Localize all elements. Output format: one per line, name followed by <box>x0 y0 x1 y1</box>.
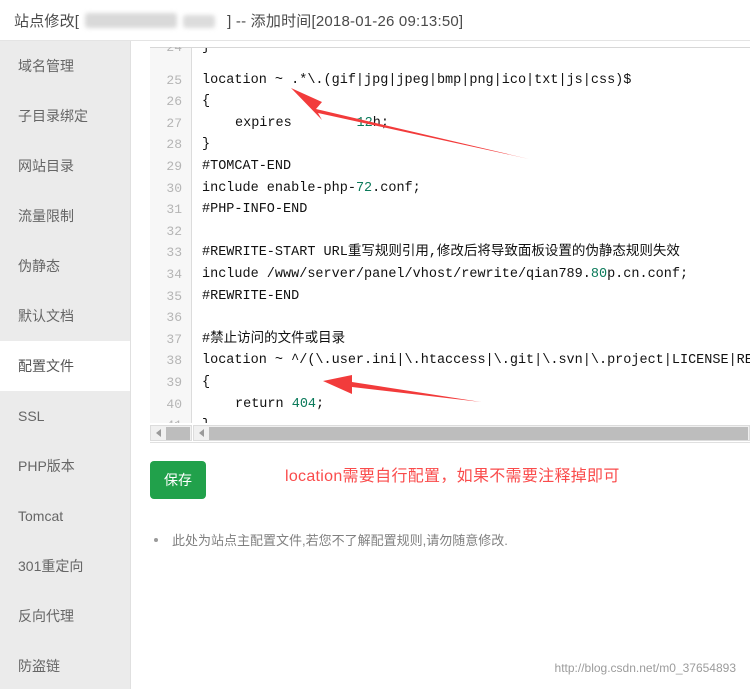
code-text: h; <box>372 115 389 131</box>
site-edit-dialog: 站点修改[ ] -- 添加时间[2018-01-26 09:13:50] 域名管理… <box>0 0 750 689</box>
code-line[interactable]: } <box>202 134 750 156</box>
line-number: 34 <box>166 266 182 282</box>
sidebar-item-anti-leech[interactable]: 防盗链 <box>0 641 130 689</box>
sidebar-item-label: 网站目录 <box>18 158 74 174</box>
code-number: 12 <box>356 115 373 131</box>
line-number: 30 <box>166 180 182 196</box>
page-title-prefix: 站点修改[ <box>14 12 80 30</box>
code-text: expires <box>235 115 357 131</box>
code-line[interactable]: include /www/server/panel/vhost/rewrite/… <box>202 264 750 286</box>
code-line[interactable]: location ~ ^/(\.user.ini|\.htaccess|\.gi… <box>202 350 750 372</box>
sidebar-item-default-doc[interactable]: 默认文档 <box>0 291 130 341</box>
code-line[interactable]: { <box>202 372 750 394</box>
editor-code-area[interactable]: } location ~ .*\.(gif|jpg|jpeg|bmp|png|ic… <box>192 48 750 435</box>
save-button[interactable]: 保存 <box>150 461 206 499</box>
sidebar-item-label: 域名管理 <box>18 58 74 74</box>
code-scroll-thumb[interactable] <box>209 426 748 440</box>
sidebar-item-tomcat[interactable]: Tomcat <box>0 491 130 541</box>
sidebar-item-label: 配置文件 <box>18 358 74 374</box>
line-number: 40 <box>166 396 182 412</box>
code-line[interactable]: #禁止访问的文件或目录 <box>202 329 750 351</box>
redacted-domain-name <box>79 13 227 29</box>
line-number: 35 <box>166 288 182 304</box>
code-text: ; <box>316 396 325 412</box>
code-line[interactable]: { <box>202 91 750 113</box>
sidebar-item-traffic-limit[interactable]: 流量限制 <box>0 191 130 241</box>
scroll-left-arrow-icon[interactable] <box>151 426 165 440</box>
line-number: 38 <box>166 353 182 369</box>
sidebar-item-label: Tomcat <box>18 508 64 524</box>
sidebar-item-label: 流量限制 <box>18 208 74 224</box>
code-line[interactable]: expires 12h; <box>202 113 750 135</box>
config-warning-text: 此处为站点主配置文件,若您不了解配置规则,请勿随意修改. <box>172 533 508 548</box>
line-number: 27 <box>166 115 182 131</box>
line-number: 29 <box>166 158 182 174</box>
sidebar-item-label: PHP版本 <box>18 458 75 474</box>
code-line[interactable]: #PHP-INFO-END <box>202 199 750 221</box>
sidebar-item-reverse-proxy[interactable]: 反向代理 <box>0 591 130 641</box>
line-number: 25 <box>166 72 182 88</box>
code-line[interactable]: include enable-php-72.conf; <box>202 178 750 200</box>
code-horizontal-scrollbar[interactable] <box>193 425 750 441</box>
sidebar-item-label: SSL <box>18 408 45 424</box>
code-line[interactable]: return 404; <box>202 394 750 416</box>
code-text: include /www/server/panel/vhost/rewrite/… <box>202 266 591 282</box>
sidebar-item-site-dir[interactable]: 网站目录 <box>0 141 130 191</box>
line-number: 31 <box>166 202 182 218</box>
sidebar-item-pseudo-static[interactable]: 伪静态 <box>0 241 130 291</box>
sidebar-item-label: 伪静态 <box>18 258 60 274</box>
dialog-titlebar: 站点修改[ ] -- 添加时间[2018-01-26 09:13:50] <box>0 0 750 41</box>
line-number: 32 <box>166 223 182 239</box>
code-number: 404 <box>291 396 317 412</box>
code-number: 72 <box>355 180 373 196</box>
sidebar-item-php-version[interactable]: PHP版本 <box>0 441 130 491</box>
sidebar-item-label: 默认文档 <box>18 308 74 324</box>
config-file-editor[interactable]: 242526272829303132333435363738394041 }lo… <box>150 47 750 435</box>
sidebar-item-domain-manage[interactable]: 域名管理 <box>0 41 130 91</box>
scroll-left-arrow-icon[interactable] <box>194 426 208 440</box>
code-line[interactable]: #TOMCAT-END <box>202 156 750 178</box>
sidebar-item-label: 子目录绑定 <box>18 108 88 124</box>
sidebar-item-ssl[interactable]: SSL <box>0 391 130 441</box>
config-warning-note: 此处为站点主配置文件,若您不了解配置规则,请勿随意修改. <box>152 530 508 549</box>
sidebar-item-label: 防盗链 <box>18 658 60 674</box>
gutter-scroll-thumb[interactable] <box>166 426 190 440</box>
code-text: return <box>235 396 292 412</box>
code-line[interactable]: } <box>202 48 750 59</box>
code-text: include enable-php- <box>202 180 356 196</box>
sidebar-item-label: 反向代理 <box>18 608 74 624</box>
line-number: 26 <box>166 94 182 110</box>
red-annotation-text: location需要自行配置，如果不需要注释掉即可 <box>285 468 620 485</box>
code-line[interactable] <box>202 307 750 329</box>
code-text: p.cn.conf; <box>607 266 689 282</box>
page-title-suffix: ] -- 添加时间[2018-01-26 09:13:50] <box>227 12 464 30</box>
code-line[interactable]: #REWRITE-START URL重写规则引用,修改后将导致面板设置的伪静态规… <box>202 242 750 264</box>
line-number: 33 <box>166 245 182 261</box>
code-number: 80 <box>590 266 608 282</box>
editor-bottom-divider <box>150 442 750 443</box>
sidebar-item-subdir-bind[interactable]: 子目录绑定 <box>0 91 130 141</box>
sidebar-item-label: 301重定向 <box>18 558 84 574</box>
watermark-url: http://blog.csdn.net/m0_37654893 <box>554 661 736 675</box>
sidebar-item-301-redirect[interactable]: 301重定向 <box>0 541 130 591</box>
gutter-horizontal-scrollbar[interactable] <box>150 425 192 441</box>
line-number: 37 <box>166 331 182 347</box>
bullet-icon <box>154 538 158 542</box>
code-line[interactable]: location ~ .*\.(gif|jpg|jpeg|bmp|png|ico… <box>202 70 750 92</box>
editor-scrollbars[interactable] <box>150 423 750 443</box>
code-line[interactable]: #REWRITE-END <box>202 286 750 308</box>
sidebar-item-config-file[interactable]: 配置文件 <box>0 341 130 391</box>
page-title: 站点修改[ ] -- 添加时间[2018-01-26 09:13:50] <box>0 10 463 31</box>
line-number: 24 <box>166 47 182 55</box>
line-number: 28 <box>166 137 182 153</box>
code-line[interactable] <box>202 221 750 243</box>
settings-sidebar: 域名管理子目录绑定网站目录流量限制伪静态默认文档配置文件 SSL PHP版本 Tomc… <box>0 41 131 689</box>
line-number: 36 <box>166 310 182 326</box>
code-text: .conf; <box>372 180 421 196</box>
line-number: 39 <box>166 374 182 390</box>
editor-line-number-gutter: 242526272829303132333435363738394041 <box>150 47 192 435</box>
